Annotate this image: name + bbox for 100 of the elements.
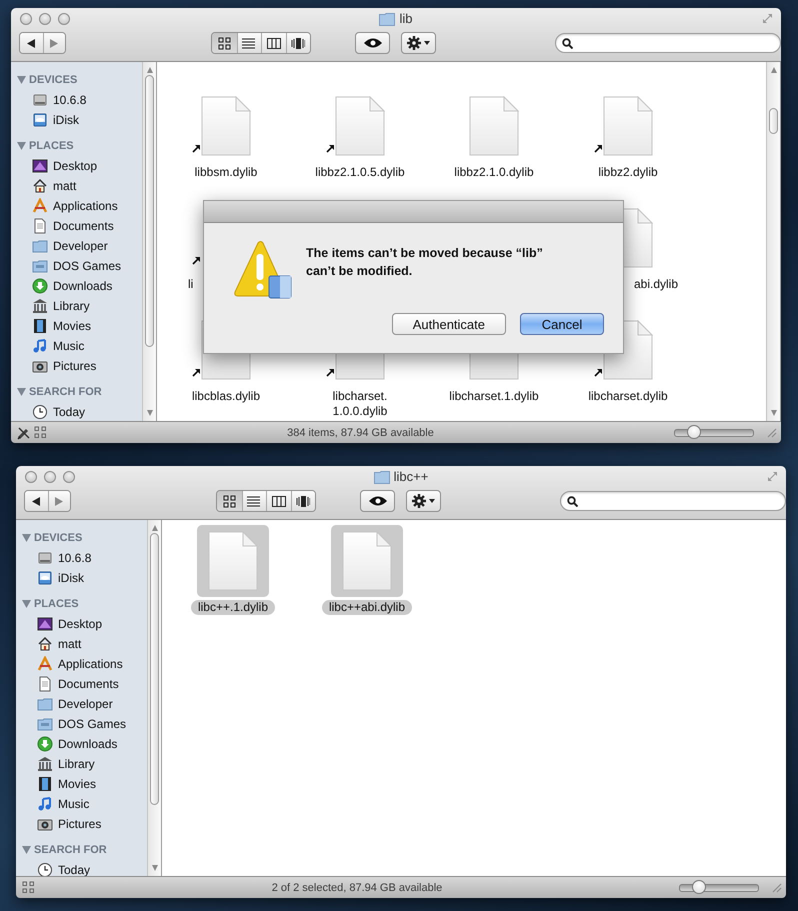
back-button[interactable] (25, 491, 48, 511)
window-title: lib (399, 11, 412, 26)
sidebar-item[interactable]: Applications (37, 654, 127, 674)
search-field[interactable] (560, 491, 786, 511)
slider-thumb[interactable] (692, 880, 706, 894)
sidebar-item[interactable]: 10.6.8 (32, 90, 90, 110)
cover-flow-button[interactable] (290, 491, 316, 511)
list-view-button[interactable] (242, 491, 266, 511)
resize-grip-icon[interactable] (771, 882, 782, 893)
gear-icon (412, 494, 426, 508)
list-view-button[interactable] (236, 33, 262, 53)
sidebar-item[interactable]: Developer (37, 694, 117, 714)
eye-icon (364, 38, 382, 48)
sidebar-item[interactable]: DOS Games (32, 256, 126, 276)
file-item[interactable]: libbsm.dylib (159, 90, 293, 180)
expand-arrows-icon[interactable] (762, 13, 773, 24)
icon-view-button[interactable] (212, 33, 237, 53)
scrollbar[interactable] (766, 62, 781, 421)
sidebar-item[interactable]: iDisk (37, 568, 88, 588)
sidebar-item[interactable]: Desktop (37, 614, 106, 634)
back-icon (27, 38, 36, 48)
scrollbar[interactable] (147, 520, 162, 876)
download-icon (37, 736, 53, 752)
disclosure-triangle-icon[interactable] (22, 846, 31, 854)
back-button[interactable] (20, 33, 43, 53)
search-field[interactable] (554, 33, 781, 53)
slider-thumb[interactable] (686, 424, 701, 438)
sidebar-item[interactable]: Library (32, 296, 94, 316)
action-menu-button[interactable] (406, 490, 441, 512)
sidebar-item[interactable]: Movies (37, 774, 100, 794)
alert-message: The items can’t be moved because “lib” can’t be modified. (306, 245, 544, 280)
cover-flow-icon (296, 494, 310, 508)
sidebar-item[interactable]: Documents (37, 674, 123, 694)
house-icon (32, 178, 48, 194)
sidebar-item[interactable]: Library (37, 754, 99, 774)
disclosure-triangle-icon[interactable] (17, 142, 26, 150)
column-view-button[interactable] (261, 33, 286, 53)
document-icon (208, 531, 258, 591)
action-menu-button[interactable] (400, 32, 436, 54)
disclosure-triangle-icon[interactable] (17, 388, 26, 396)
sidebar-item[interactable]: Today (32, 402, 90, 421)
music-note-icon (32, 338, 48, 354)
close-button[interactable] (25, 471, 37, 483)
quick-look-button[interactable] (355, 32, 390, 54)
resize-grip-icon[interactable] (766, 427, 777, 438)
sidebar-item[interactable]: Movies (32, 316, 96, 336)
eye-icon (368, 496, 387, 506)
sidebar-item[interactable]: Music (32, 336, 88, 356)
file-item[interactable]: libbz2.1.0.dylib (427, 90, 561, 180)
sidebar-item[interactable]: Developer (32, 236, 112, 256)
file-item[interactable]: li (159, 202, 293, 292)
dialog-button[interactable]: Cancel (520, 313, 604, 335)
sidebar-item[interactable]: Pictures (32, 356, 100, 376)
sidebar-item[interactable]: Downloads (32, 276, 116, 296)
dialog-button[interactable]: Authenticate (392, 313, 506, 335)
file-item[interactable]: libbz2.dylib (561, 90, 695, 180)
grid-icon[interactable] (22, 881, 35, 894)
disclosure-triangle-icon[interactable] (22, 534, 31, 542)
film-strip-icon (32, 318, 48, 334)
sidebar-item[interactable]: Desktop (32, 156, 102, 176)
scrollbar[interactable] (142, 62, 157, 421)
close-button[interactable] (20, 13, 32, 25)
download-icon (32, 278, 48, 294)
columns-icon (272, 494, 286, 508)
disclosure-triangle-icon[interactable] (22, 600, 31, 608)
file-item[interactable]: libc++.1.dylib (166, 525, 300, 615)
clock-icon (32, 404, 48, 420)
expand-arrows-icon[interactable] (767, 471, 778, 482)
grid-icon[interactable] (34, 426, 47, 439)
sidebar-item[interactable]: iDisk (32, 110, 83, 130)
document-icon (469, 96, 519, 156)
sidebar-item[interactable]: Downloads (37, 734, 122, 754)
sidebar-item[interactable]: DOS Games (37, 714, 130, 734)
cover-flow-button[interactable] (286, 33, 310, 53)
minimize-button[interactable] (44, 471, 56, 483)
column-view-button[interactable] (266, 491, 291, 511)
sidebar-item[interactable]: 10.6.8 (37, 548, 96, 568)
columns-building-icon (37, 756, 53, 772)
file-item[interactable]: libbz2.1.0.5.dylib (293, 90, 427, 180)
document-icon (342, 531, 392, 591)
sidebar-item[interactable]: Pictures (37, 814, 106, 834)
sidebar-item[interactable]: matt (37, 634, 86, 654)
zoom-button[interactable] (58, 13, 70, 25)
zoom-button[interactable] (63, 471, 75, 483)
forward-icon (50, 38, 58, 48)
sidebar-item[interactable]: Applications (32, 196, 122, 216)
forward-icon (55, 496, 64, 506)
disclosure-triangle-icon[interactable] (17, 76, 26, 84)
sidebar-item[interactable]: Documents (32, 216, 118, 236)
file-item[interactable]: libc++abi.dylib (300, 525, 434, 615)
section-header: SEARCH FOR (34, 844, 107, 856)
sidebar-item[interactable]: Music (37, 794, 94, 814)
icon-view-button[interactable] (217, 491, 242, 511)
quick-look-button[interactable] (360, 490, 395, 512)
section-header: PLACES (29, 140, 74, 152)
hard-drive-icon (37, 550, 53, 566)
file-item[interactable]: abi.dylib (561, 202, 695, 292)
sidebar-item[interactable]: matt (32, 176, 80, 196)
minimize-button[interactable] (39, 13, 51, 25)
desktop-icon (32, 158, 48, 174)
